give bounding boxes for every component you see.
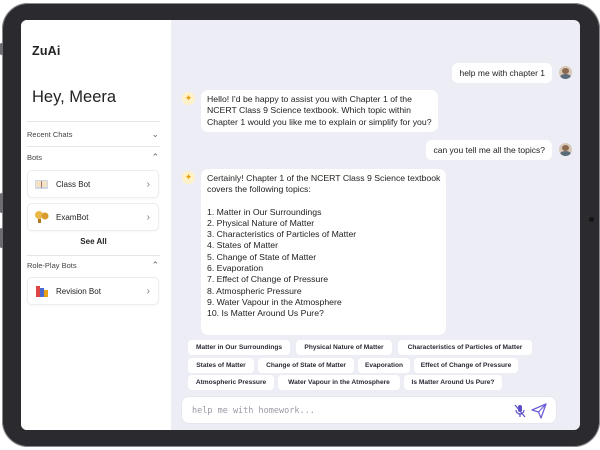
suggestion-chip[interactable]: Change of State of Matter (258, 358, 354, 373)
message-composer (181, 396, 557, 424)
suggestion-chip[interactable]: Atmospheric Pressure (188, 375, 274, 390)
sparkle-icon: ✦ (182, 171, 195, 184)
suggestion-chip[interactable]: Matter in Our Surroundings (188, 340, 290, 355)
send-icon[interactable] (530, 402, 548, 420)
user-message: can you tell me all the topics? (426, 140, 552, 160)
chevron-right-icon: › (146, 211, 150, 223)
recent-chats-label: Recent Chats (27, 129, 73, 139)
greeting-title: Hey, Meera (32, 88, 117, 106)
app-logo: ZuAi (32, 44, 61, 58)
book-icon (34, 177, 50, 191)
bot-label: ExamBot (56, 212, 89, 222)
chevron-up-icon[interactable]: ⌃ (151, 260, 159, 271)
topic-item: 1. Matter in Our Surroundings (207, 206, 322, 217)
roleplay-label: Role-Play Bots (27, 260, 77, 270)
bot-message-line: Chapter 1 would you like me to explain o… (207, 116, 432, 127)
bot-message: Hello! I'd be happy to assist you with C… (201, 90, 438, 132)
bot-card-exambot[interactable]: ExamBot › (27, 203, 159, 231)
topic-item: 6. Evaporation (207, 263, 264, 274)
camera-dot (589, 217, 594, 222)
bot-message-line: Hello! I'd be happy to assist you with C… (207, 94, 412, 104)
books-stack-icon (34, 284, 50, 298)
message-input[interactable] (192, 403, 492, 419)
side-button (0, 228, 3, 248)
bots-label: Bots (27, 152, 43, 162)
chevron-down-icon[interactable]: ⌄ (151, 129, 159, 140)
suggestion-chip[interactable]: Effect of Change of Pressure (414, 358, 518, 373)
topic-item: 7. Effect of Change of Pressure (207, 274, 329, 285)
user-avatar (559, 66, 572, 79)
suggestion-chip[interactable]: Evaporation (358, 358, 410, 373)
divider (27, 255, 160, 256)
suggestion-chip[interactable]: States of Matter (188, 358, 254, 373)
app-screen: ZuAi Hey, Meera Recent Chats ⌄ Bots ⌃ Cl… (21, 20, 580, 430)
roleplay-section[interactable]: Role-Play Bots ⌃ (27, 257, 159, 273)
bot-card-revision-bot[interactable]: Revision Bot › (27, 277, 159, 305)
recent-chats-section[interactable]: Recent Chats ⌄ (27, 126, 159, 142)
user-message: help me with chapter 1 (452, 63, 552, 83)
bot-message: Certainly! Chapter 1 of the NCERT Class … (201, 169, 447, 335)
topic-item: 3. Characteristics of Particles of Matte… (207, 229, 357, 240)
suggestion-chip[interactable]: Water Vapour in the Atmosphere (278, 375, 400, 390)
user-avatar (559, 143, 572, 156)
suggestion-chip[interactable]: Characteristics of Particles of Matter (398, 340, 532, 355)
bot-message-line: covers the following topics: (207, 184, 311, 195)
topic-item: 4. States of Matter (207, 240, 278, 251)
chevron-up-icon[interactable]: ⌃ (151, 152, 159, 163)
divider (27, 146, 160, 147)
topic-item: 5. Change of State of Matter (207, 251, 317, 262)
bot-card-class-bot[interactable]: Class Bot › (27, 170, 159, 198)
bot-label: Revision Bot (56, 286, 101, 296)
bot-message-line: Certainly! Chapter 1 of the NCERT Class … (207, 173, 441, 183)
bot-message-line: NCERT Class 9 Science textbook. Which to… (207, 105, 411, 116)
mic-off-icon[interactable] (512, 403, 528, 419)
volume-button (0, 43, 3, 55)
topic-item: 2. Physical Nature of Matter (207, 217, 315, 228)
suggestion-chip[interactable]: Is Matter Around Us Pure? (404, 375, 502, 390)
trophy-icon (34, 210, 50, 224)
bots-section[interactable]: Bots ⌃ (27, 149, 159, 165)
sparkle-icon: ✦ (182, 92, 195, 105)
topic-item: 10. Is Matter Around Us Pure? (207, 308, 324, 319)
chevron-right-icon: › (146, 285, 150, 297)
divider (27, 121, 160, 122)
topic-item: 8. Atmospheric Pressure (207, 285, 302, 296)
suggestion-chip[interactable]: Physical Nature of Matter (296, 340, 392, 355)
sidebar: ZuAi Hey, Meera Recent Chats ⌄ Bots ⌃ Cl… (21, 20, 171, 430)
chat-panel: help me with chapter 1 ✦ Hello! I'd be h… (171, 20, 580, 430)
bot-label: Class Bot (56, 179, 91, 189)
topic-item: 9. Water Vapour in the Atmosphere (207, 296, 342, 307)
chevron-right-icon: › (146, 178, 150, 190)
see-all-link[interactable]: See All (21, 237, 166, 246)
side-button (0, 193, 3, 213)
